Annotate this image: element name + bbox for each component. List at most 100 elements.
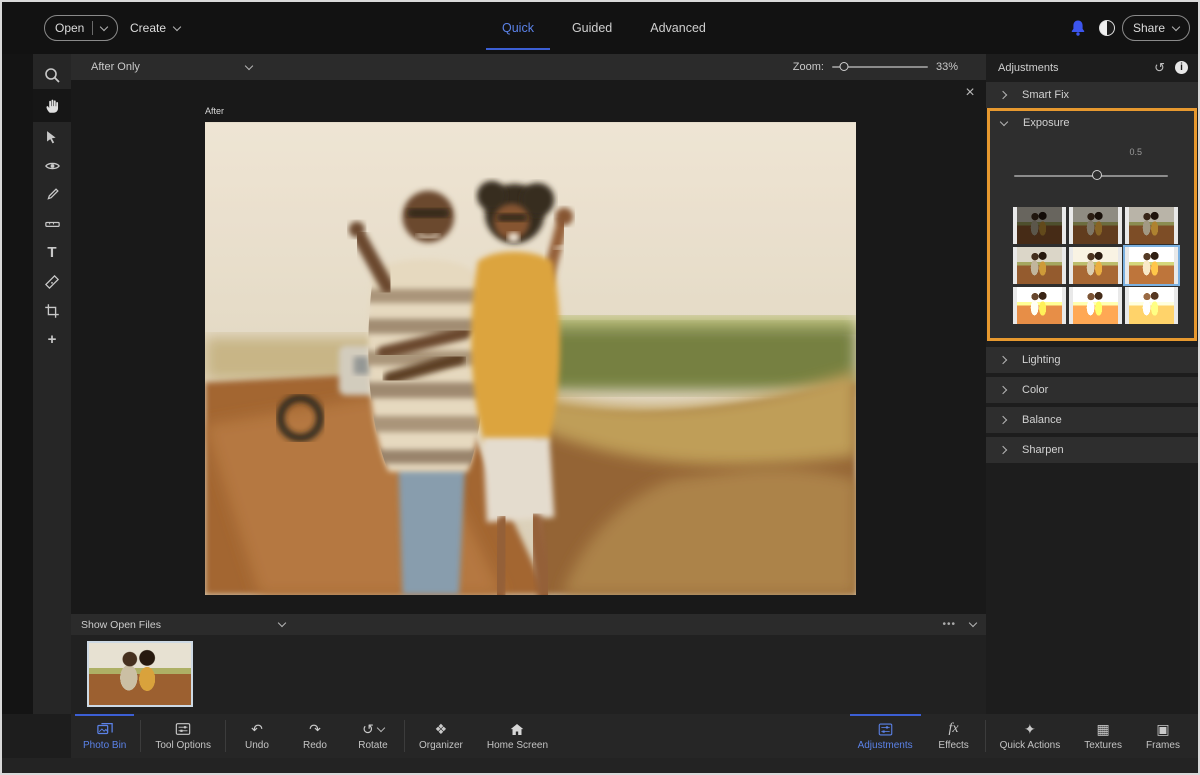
chevron-right-icon — [999, 446, 1007, 454]
quick-actions-button[interactable]: ✦ Quick Actions — [988, 714, 1073, 758]
selection-arrow-icon — [43, 128, 61, 146]
adjustments-panel-title: Adjustments — [998, 62, 1059, 74]
chevron-down-icon — [173, 22, 181, 30]
tab-quick[interactable]: Quick — [500, 3, 536, 53]
exposure-preview-thumb[interactable] — [1069, 207, 1122, 244]
taskbar-label: Adjustments — [858, 740, 913, 751]
type-tool-button[interactable]: T — [33, 238, 71, 267]
chevron-right-icon — [999, 386, 1007, 394]
redo-button[interactable]: ↷ Redo — [286, 714, 344, 758]
exposure-header[interactable]: Exposure — [990, 111, 1194, 135]
view-mode-value: After Only — [91, 61, 140, 73]
zoom-slider-handle[interactable] — [840, 62, 849, 71]
canvas-area: After × — [71, 80, 986, 614]
tab-guided[interactable]: Guided — [570, 3, 614, 53]
whiten-teeth-tool-button[interactable] — [33, 180, 71, 209]
open-split-divider — [92, 21, 93, 35]
section-smart-fix[interactable]: Smart Fix — [986, 82, 1198, 108]
exposure-preview-thumb[interactable] — [1013, 207, 1066, 244]
exposure-preview-thumb[interactable] — [1069, 287, 1122, 324]
effects-fx-icon: fx — [949, 721, 959, 737]
section-exposure-highlighted: Exposure 0.5 — [987, 108, 1197, 341]
healing-brush-icon — [43, 273, 61, 291]
quick-selection-tool-button[interactable] — [33, 122, 71, 151]
divider — [140, 720, 141, 752]
share-button[interactable]: Share — [1122, 15, 1190, 41]
effects-button[interactable]: fx Effects — [925, 714, 983, 758]
taskbar-label: Tool Options — [155, 740, 211, 751]
close-icon[interactable]: × — [959, 82, 981, 104]
exposure-preview-thumb[interactable] — [1013, 247, 1066, 284]
frames-button[interactable]: ▣ Frames — [1134, 714, 1192, 758]
bottom-strip — [2, 758, 1198, 773]
more-options-icon[interactable]: ••• — [942, 619, 956, 630]
notifications-bell-icon[interactable] — [1068, 18, 1088, 38]
adjustments-panel-header: Adjustments ↺ i — [986, 54, 1198, 81]
exposure-preview-thumb[interactable] — [1125, 207, 1178, 244]
collapse-bin-chevron-icon[interactable] — [969, 619, 977, 627]
mode-tabs: Quick Guided Advanced — [500, 2, 708, 54]
open-file-thumbnail[interactable] — [87, 641, 193, 707]
taskbar-left-stub — [2, 714, 71, 758]
exposure-value: 0.5 — [1129, 147, 1142, 157]
rotate-icon: ↺ — [362, 721, 374, 737]
tool-options-button[interactable]: Tool Options — [143, 714, 223, 758]
taskbar-label: Home Screen — [487, 740, 548, 751]
show-open-files-label[interactable]: Show Open Files — [81, 619, 161, 631]
theme-contrast-icon[interactable] — [1099, 20, 1115, 36]
view-mode-dropdown-chevron-icon[interactable] — [245, 61, 253, 69]
section-label: Lighting — [1022, 354, 1061, 366]
organizer-icon: ❖ — [435, 721, 448, 737]
rotate-button[interactable]: ↺ Rotate — [344, 714, 402, 758]
thumbnail-image — [89, 643, 191, 705]
move-tool-button[interactable]: + — [33, 325, 71, 354]
create-button[interactable]: Create — [130, 15, 180, 41]
exposure-slider[interactable] — [1014, 175, 1168, 177]
info-icon[interactable]: i — [1175, 61, 1188, 74]
straighten-tool-button[interactable] — [33, 209, 71, 238]
undo-button[interactable]: ↶ Undo — [228, 714, 286, 758]
exposure-preview-thumb[interactable] — [1069, 247, 1122, 284]
divider — [404, 720, 405, 752]
organizer-button[interactable]: ❖ Organizer — [407, 714, 475, 758]
home-screen-button[interactable]: Home Screen — [475, 714, 560, 758]
photo-bin-icon — [96, 721, 114, 737]
create-label: Create — [130, 21, 166, 35]
photo-bin-strip — [71, 635, 986, 714]
hand-tool-button[interactable] — [33, 89, 71, 122]
reset-panel-icon[interactable]: ↺ — [1154, 60, 1165, 76]
taskbar-label: Undo — [245, 740, 269, 751]
photo-bin-button[interactable]: Photo Bin — [71, 714, 138, 758]
chevron-down-icon[interactable] — [100, 22, 108, 30]
top-bar: Open Create Quick Guided Advanced Share — [2, 2, 1198, 54]
spot-healing-brush-tool-button[interactable] — [33, 267, 71, 296]
section-sharpen[interactable]: Sharpen — [986, 437, 1198, 463]
zoom-slider[interactable] — [832, 66, 928, 68]
open-button[interactable]: Open — [44, 15, 118, 41]
section-label: Color — [1022, 384, 1048, 396]
tab-advanced[interactable]: Advanced — [648, 3, 708, 53]
chevron-down-icon — [377, 723, 385, 731]
red-eye-removal-tool-button[interactable] — [33, 151, 71, 180]
exposure-preview-grid — [1013, 207, 1178, 324]
show-open-files-chevron-icon[interactable] — [278, 619, 286, 627]
zoom-tool-button[interactable] — [33, 60, 71, 89]
section-lighting[interactable]: Lighting — [986, 347, 1198, 373]
exposure-preview-thumb[interactable] — [1013, 287, 1066, 324]
exposure-slider-handle[interactable] — [1092, 170, 1102, 180]
adjustments-button[interactable]: Adjustments — [846, 714, 925, 758]
section-color[interactable]: Color — [986, 377, 1198, 403]
chevron-right-icon — [999, 356, 1007, 364]
zoom-percent-value: 33% — [936, 61, 958, 73]
crop-tool-button[interactable] — [33, 296, 71, 325]
section-label: Balance — [1022, 414, 1062, 426]
taskbar-label: Rotate — [358, 740, 387, 751]
section-balance[interactable]: Balance — [986, 407, 1198, 433]
exposure-preview-thumb[interactable] — [1125, 287, 1178, 324]
taskbar-label: Redo — [303, 740, 327, 751]
textures-grid-icon: ▦ — [1096, 721, 1109, 737]
share-label: Share — [1133, 21, 1165, 35]
exposure-preview-thumb-selected[interactable] — [1125, 247, 1178, 284]
textures-button[interactable]: ▦ Textures — [1072, 714, 1134, 758]
crop-icon — [43, 302, 61, 320]
